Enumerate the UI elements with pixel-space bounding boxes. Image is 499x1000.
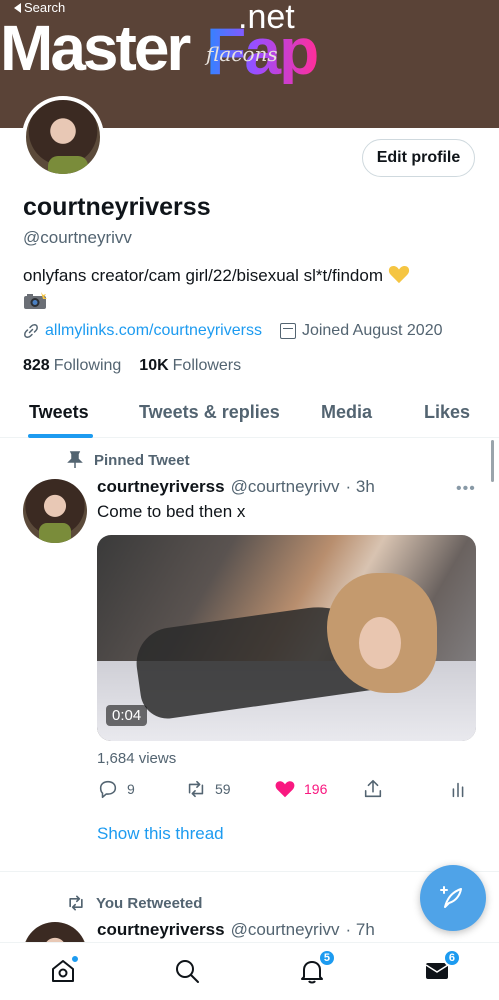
- tweet-author-handle[interactable]: @courtneyrivv: [231, 920, 340, 940]
- tweet-views: 1,684 views: [97, 750, 177, 767]
- share-button[interactable]: [362, 778, 384, 800]
- like-button[interactable]: 196: [274, 778, 327, 800]
- followers-label[interactable]: Followers: [173, 357, 241, 375]
- analytics-icon: [452, 782, 464, 798]
- yellow-heart-emoji-icon: [388, 265, 409, 284]
- tweet-actions: 9 59 196: [97, 778, 477, 804]
- watermark-master: Master: [0, 12, 191, 84]
- nav-search[interactable]: [173, 957, 201, 985]
- profile-handle: @courtneyrivv: [23, 228, 132, 247]
- nav-notifications[interactable]: 5: [298, 949, 336, 985]
- compose-tweet-button[interactable]: [420, 865, 486, 931]
- edit-profile-button[interactable]: Edit profile: [362, 139, 475, 177]
- retweet-button[interactable]: 59: [185, 778, 231, 800]
- more-icon[interactable]: •••: [456, 480, 476, 498]
- tweet-time[interactable]: · 7h: [345, 920, 374, 940]
- tab-tweets-replies[interactable]: Tweets & replies: [139, 402, 280, 423]
- tweet-text: Come to bed then x: [97, 502, 246, 521]
- following-label[interactable]: Following: [54, 357, 122, 375]
- tweet-avatar[interactable]: [23, 479, 87, 543]
- link-icon: [24, 324, 38, 338]
- reply-icon: [99, 780, 117, 799]
- pinned-label: Pinned Tweet: [94, 451, 190, 469]
- like-count: 196: [304, 781, 328, 797]
- calendar-icon: [279, 323, 296, 339]
- watermark-subtitle: flacons: [206, 42, 278, 66]
- active-tab-indicator: [28, 434, 93, 438]
- analytics-button[interactable]: [447, 778, 469, 800]
- tab-tweets[interactable]: Tweets: [29, 402, 89, 423]
- messages-badge: 6: [442, 949, 461, 967]
- show-thread-link[interactable]: Show this thread: [97, 824, 224, 844]
- notifications-badge: 5: [317, 949, 336, 967]
- tab-likes[interactable]: Likes: [424, 402, 470, 423]
- tweet-divider: [0, 871, 499, 872]
- search-icon: [176, 960, 199, 983]
- profile-avatar[interactable]: [22, 96, 104, 178]
- compose-icon: [440, 886, 462, 908]
- retweeted-context: You Retweeted: [66, 893, 202, 913]
- tweet-author-handle[interactable]: @courtneyrivv: [231, 477, 340, 497]
- pin-icon: [67, 451, 83, 468]
- reply-button[interactable]: 9: [97, 778, 135, 800]
- scrollbar[interactable]: [491, 440, 494, 482]
- profile-bio: onlyfans creator/cam girl/22/bisexual sl…: [23, 264, 483, 288]
- tab-media[interactable]: Media: [321, 402, 372, 423]
- heart-icon: [275, 781, 295, 798]
- followers-count[interactable]: 10K: [139, 357, 168, 375]
- follow-stats: 828 Following 10K Followers: [23, 357, 241, 375]
- tweet-header: courtneyriverss @courtneyrivv · 3h: [97, 477, 375, 497]
- joined-date: Joined August 2020: [301, 322, 443, 339]
- retweet-count: 59: [215, 781, 231, 797]
- profile-tabs: Tweets Tweets & replies Media Likes: [0, 390, 499, 438]
- reply-count: 9: [127, 781, 135, 797]
- home-unread-dot: [71, 955, 79, 963]
- tweet-author-name[interactable]: courtneyriverss: [97, 477, 225, 497]
- profile-meta: allmylinks.com/courtneyriverss Joined Au…: [23, 322, 443, 340]
- retweet-icon: [188, 780, 204, 798]
- tweet-video[interactable]: [97, 535, 476, 741]
- retweeted-label: You Retweeted: [96, 894, 203, 912]
- video-duration: 0:04: [106, 705, 148, 726]
- tweet-time[interactable]: · 3h: [345, 477, 374, 497]
- tweet-author-name[interactable]: courtneyriverss: [97, 920, 225, 940]
- tweet-header: courtneyriverss @courtneyrivv · 7h: [97, 920, 375, 940]
- retweet-icon: [69, 895, 83, 911]
- following-count[interactable]: 828: [23, 357, 50, 375]
- camera-flash-emoji-icon: [24, 292, 47, 309]
- profile-link[interactable]: allmylinks.com/courtneyriverss: [45, 322, 262, 340]
- bio-text: onlyfans creator/cam girl/22/bisexual sl…: [23, 266, 383, 285]
- nav-home[interactable]: [49, 955, 79, 985]
- bottom-nav: 5 6: [0, 942, 499, 1000]
- profile-display-name: courtneyriverss: [23, 193, 211, 221]
- pinned-context: Pinned Tweet: [66, 451, 190, 469]
- watermark: Master Fap .net flacons: [0, 0, 499, 86]
- nav-messages[interactable]: 6: [423, 949, 461, 985]
- share-icon: [364, 779, 382, 798]
- watermark-net: .net: [238, 0, 295, 36]
